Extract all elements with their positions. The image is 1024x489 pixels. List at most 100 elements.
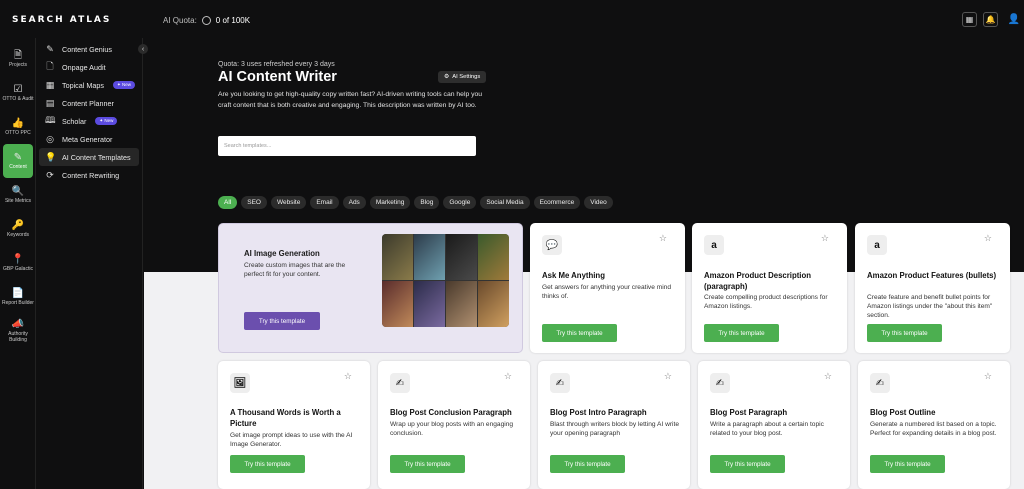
writing-hand-icon: ✍ xyxy=(390,373,410,393)
writing-hand-icon: ✍ xyxy=(550,373,570,393)
star-icon[interactable]: ☆ xyxy=(984,371,992,382)
rail-item-otto-ppc[interactable]: 👍 OTTO PPC xyxy=(0,110,36,144)
try-template-button[interactable]: Try this template xyxy=(244,312,320,330)
star-icon[interactable]: ☆ xyxy=(984,233,992,244)
filter-ads[interactable]: Ads xyxy=(342,196,366,209)
ai-quota: AI Quota: 0 of 100K xyxy=(163,16,250,25)
rail-label: Report Builder xyxy=(2,299,34,306)
feature-card-ai-image-generation[interactable]: AI Image Generation Create custom images… xyxy=(218,223,523,353)
ai-settings-button[interactable]: ⚙ AI Settings xyxy=(438,71,487,83)
quota-value: 0 of 100K xyxy=(215,16,251,25)
card-title: Ask Me Anything xyxy=(542,271,605,280)
card-description: Create feature and benefit bullet points… xyxy=(867,294,993,320)
filter-marketing[interactable]: Marketing xyxy=(369,196,411,209)
rail-label: Keywords xyxy=(7,231,29,238)
try-template-button[interactable]: Try this template xyxy=(390,455,465,473)
template-card[interactable]: ✍ ☆ Blog Post Conclusion Paragraph Wrap … xyxy=(378,361,530,489)
template-card[interactable]: ✍ ☆ Blog Post Intro Paragraph Blast thro… xyxy=(538,361,690,489)
sidebar-item-scholar[interactable]: 🕮 Scholar ✦ New xyxy=(37,112,142,130)
filter-video[interactable]: Video xyxy=(584,196,613,209)
sidebar-item-label: Onpage Audit xyxy=(62,62,106,72)
sidebar-item-meta-generator[interactable]: ◎ Meta Generator xyxy=(37,130,142,148)
sidebar-item-content-rewriting[interactable]: ⟳ Content Rewriting xyxy=(37,166,142,184)
rail-item-authority-building[interactable]: 📣 Authority Building xyxy=(0,314,36,348)
filter-ecommerce[interactable]: Ecommerce xyxy=(533,196,581,209)
checklist-icon: ☑ xyxy=(13,83,23,95)
sidebar-item-content-genius[interactable]: ✎ Content Genius xyxy=(37,40,142,58)
try-template-button[interactable]: Try this template xyxy=(710,455,785,473)
calendar-icon: ▤ xyxy=(45,97,55,108)
template-card[interactable]: a ☆ Amazon Product Description (paragrap… xyxy=(692,223,847,353)
template-card[interactable]: a ☆ Amazon Product Features (bullets) Cr… xyxy=(855,223,1010,353)
search-templates-input[interactable] xyxy=(218,136,476,156)
collage-tile xyxy=(382,234,413,280)
collage-tile xyxy=(446,281,477,327)
rail-label: GBP Galactic xyxy=(3,265,33,272)
rail-label: Projects xyxy=(8,61,28,68)
star-icon[interactable]: ☆ xyxy=(504,371,512,382)
rail-item-report-builder[interactable]: 📄 Report Builder xyxy=(0,280,36,314)
card-description: Generate a numbered list based on a topi… xyxy=(870,421,997,438)
collapse-sidebar-button[interactable]: ‹ xyxy=(138,44,148,54)
rail-item-keywords[interactable]: 🔑 Keywords xyxy=(0,212,36,246)
rail-item-content[interactable]: ✎ Content xyxy=(3,144,33,178)
star-icon[interactable]: ☆ xyxy=(664,371,672,382)
star-icon[interactable]: ☆ xyxy=(824,371,832,382)
rail-label: OTTO PPC xyxy=(5,129,31,136)
card-title: Blog Post Intro Paragraph xyxy=(550,408,647,417)
try-template-button[interactable]: Try this template xyxy=(704,324,779,342)
try-template-button[interactable]: Try this template xyxy=(542,324,617,342)
speech-bubble-icon: 💬 xyxy=(542,235,562,255)
edit-icon: ✎ xyxy=(46,43,54,54)
rail-label: Authority Building xyxy=(8,331,28,343)
card-description: Wrap up your blog posts with an engaging… xyxy=(390,421,514,438)
top-icons: ▦ 🔔 👤 xyxy=(962,12,1024,27)
key-icon: 🔑 xyxy=(11,219,25,231)
template-card[interactable]: 🖼 ☆ A Thousand Words is Worth a Picture … xyxy=(218,361,370,489)
try-template-button[interactable]: Try this template xyxy=(550,455,625,473)
sidebar-item-label: Content Planner xyxy=(62,98,114,108)
star-icon[interactable]: ☆ xyxy=(344,371,352,382)
card-description: Create custom images that are the perfec… xyxy=(244,262,346,279)
template-card[interactable]: 💬 ☆ Ask Me Anything Get answers for anyt… xyxy=(530,223,685,353)
sidebar-item-content-planner[interactable]: ▤ Content Planner xyxy=(37,94,142,112)
picture-icon: 🖼 xyxy=(230,373,250,393)
sidebar-item-onpage-audit[interactable]: 🗋 Onpage Audit xyxy=(37,58,142,76)
thumbs-up-icon: 👍 xyxy=(11,117,25,129)
filter-blog[interactable]: Blog xyxy=(414,196,440,209)
sidebar-item-ai-content-templates[interactable]: 💡 AI Content Templates xyxy=(39,148,139,166)
card-title: Blog Post Conclusion Paragraph xyxy=(390,408,512,417)
filter-seo[interactable]: SEO xyxy=(241,196,267,209)
rail-label: Site Metrics xyxy=(4,197,32,204)
sidebar-item-topical-maps[interactable]: ▦ Topical Maps ✦ New xyxy=(37,76,142,94)
star-icon[interactable]: ☆ xyxy=(821,233,829,244)
filter-google[interactable]: Google xyxy=(443,196,477,209)
filter-social-media[interactable]: Social Media xyxy=(480,196,530,209)
file-icon: 🗎 xyxy=(13,49,23,61)
filter-email[interactable]: Email xyxy=(310,196,339,209)
try-template-button[interactable]: Try this template xyxy=(867,324,942,342)
collage-tile xyxy=(478,234,509,280)
grid-icon: ▦ xyxy=(45,79,55,90)
rail-item-otto-audit[interactable]: ☑ OTTO & Audit xyxy=(0,76,36,110)
template-card[interactable]: ✍ ☆ Blog Post Paragraph Write a paragrap… xyxy=(698,361,850,489)
page-description: Are you looking to get high-quality copy… xyxy=(218,91,483,109)
filter-website[interactable]: Website xyxy=(270,196,307,209)
rail-item-gbp-galactic[interactable]: 📍 GBP Galactic xyxy=(0,246,36,280)
badge-text: New xyxy=(104,118,114,123)
user-icon[interactable]: 👤 xyxy=(1004,12,1024,27)
filter-all[interactable]: All xyxy=(218,196,238,209)
try-template-button[interactable]: Try this template xyxy=(230,455,305,473)
bell-icon[interactable]: 🔔 xyxy=(983,12,998,27)
logo[interactable]: SEARCH ATLAS xyxy=(12,15,111,25)
apps-icon[interactable]: ▦ xyxy=(962,12,977,27)
sidebar-item-label: Topical Maps xyxy=(62,80,104,90)
try-template-button[interactable]: Try this template xyxy=(870,455,945,473)
star-icon[interactable]: ☆ xyxy=(659,233,667,244)
rail-item-projects[interactable]: 🗎 Projects xyxy=(0,42,36,76)
book-icon: 🕮 xyxy=(45,115,56,125)
badge-text: New xyxy=(121,82,131,87)
template-card[interactable]: ✍ ☆ Blog Post Outline Generate a numbere… xyxy=(858,361,1010,489)
rail-item-site-metrics[interactable]: 🔍 Site Metrics xyxy=(0,178,36,212)
content-sidebar: ✎ Content Genius 🗋 Onpage Audit ▦ Topica… xyxy=(37,38,143,489)
